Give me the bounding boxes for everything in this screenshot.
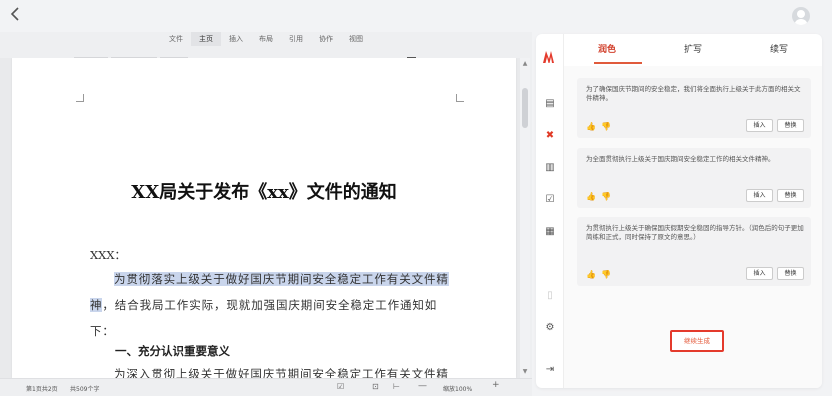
replace-button[interactable]: 替换	[777, 267, 804, 280]
page-info: 第1页共2页	[26, 386, 58, 393]
document-icon[interactable]: ▤	[543, 96, 557, 110]
replace-button[interactable]: 替换	[777, 189, 804, 202]
zoom-in-icon[interactable]: +	[492, 380, 500, 390]
back-icon[interactable]	[10, 6, 28, 26]
collapse-icon[interactable]: ⇥	[543, 362, 557, 376]
menu-tab-collaborate[interactable]: 协作	[311, 32, 341, 46]
status-bar: 第1页共2页 共509个字 ☑ ⊡ ⊢ — 缩放100% +	[0, 378, 532, 396]
blank-icon: ▯	[547, 289, 553, 301]
document-title: XX局关于发布《xx》文件的通知	[131, 182, 397, 203]
suggestion-text: 为贯彻执行上级关于确保国庆假期安全稳固的指导方针。（润色后的句子更加简练和正式，…	[586, 224, 804, 241]
tab-continue[interactable]: 续写	[736, 40, 822, 62]
app-logo-icon	[543, 48, 557, 63]
tab-polish[interactable]: 润色	[564, 40, 650, 62]
fit-width-icon[interactable]: ⊢	[393, 382, 400, 391]
menu-tab-home[interactable]: 主页	[191, 32, 221, 46]
suggestion-card: 为了确保国庆节期间的安全稳定，我们将全面执行上级关于此方面的相关文件精神。 👍 …	[577, 78, 811, 138]
document-canvas: XX局关于发布《xx》文件的通知 XXX： 为贯彻落实上级关于做好国庆节期间安全…	[0, 58, 520, 378]
menu-tab-layout[interactable]: 布局	[251, 32, 281, 46]
library-icon[interactable]: ▥	[543, 160, 557, 174]
ai-tool-rail: ▤ ✖ ▥ ☑ ▦ ▯ ⚙ ⇥	[536, 34, 564, 388]
insert-button[interactable]: 插入	[746, 119, 773, 132]
thumbs-down-icon[interactable]: 👎	[601, 270, 611, 279]
document-salutation: XXX：	[90, 248, 127, 262]
vertical-scrollbar[interactable]: ▲ ▼	[520, 58, 530, 378]
zoom-out-icon[interactable]: —	[418, 381, 427, 391]
tools-icon[interactable]: ✖	[543, 128, 557, 142]
ai-assistant-panel: ▤ ✖ ▥ ☑ ▦ ▯ ⚙ ⇥ 润色 扩写 续写 为了确保国庆节期间的安全稳定，…	[536, 34, 822, 388]
top-bar	[0, 0, 832, 32]
active-tab-indicator	[594, 62, 642, 64]
menu-tab-view[interactable]: 视图	[341, 32, 371, 46]
user-avatar-icon[interactable]	[792, 7, 810, 25]
page-margin-marker	[76, 94, 84, 102]
suggestion-card: 为贯彻执行上级关于确保国庆假期安全稳固的指导方针。（润色后的句子更加简练和正式，…	[577, 217, 811, 286]
menu-tab-insert[interactable]: 插入	[221, 32, 251, 46]
insert-button[interactable]: 插入	[746, 267, 773, 280]
document-paragraph-1: 为贯彻落实上级关于做好国庆节期间安全稳定工作有关文件精神，结合我局工作实际，现就…	[90, 266, 454, 344]
thumbs-down-icon[interactable]: 👎	[601, 122, 611, 131]
thumbs-up-icon[interactable]: 👍	[586, 270, 596, 279]
section-heading-1: 一、充分认识重要意义	[115, 344, 230, 358]
paragraph-text: ，结合我局工作实际，现就加强国庆期间安全稳定工作通知如下：	[90, 298, 438, 338]
thumbs-up-icon[interactable]: 👍	[586, 192, 596, 201]
zoom-level[interactable]: 缩放100%	[443, 384, 472, 393]
word-count: 共509个字	[70, 386, 100, 393]
proofread-icon[interactable]: ☑	[337, 382, 344, 391]
menu-tabs: 文件 主页 插入 布局 引用 协作 视图	[0, 32, 532, 46]
thumbs-up-icon[interactable]: 👍	[586, 122, 596, 131]
replace-button[interactable]: 替换	[777, 119, 804, 132]
suggestion-card: 为全面贯彻执行上级关于国庆期间安全稳定工作的相关文件精神。 👍 👎 插入 替换	[577, 148, 811, 208]
checklist-icon[interactable]: ☑	[543, 192, 557, 206]
scroll-down-icon[interactable]: ▼	[521, 368, 529, 376]
suggestion-text: 为了确保国庆节期间的安全稳定，我们将全面执行上级关于此方面的相关文件精神。	[586, 85, 801, 102]
page-margin-marker	[456, 94, 464, 102]
scroll-up-icon[interactable]: ▲	[521, 60, 529, 68]
menu-tab-file[interactable]: 文件	[161, 32, 191, 46]
fit-page-icon[interactable]: ⊡	[372, 382, 379, 391]
menu-tab-reference[interactable]: 引用	[281, 32, 311, 46]
insert-button[interactable]: 插入	[746, 189, 773, 202]
settings-icon[interactable]: ⚙	[543, 320, 557, 334]
document-page[interactable]: XX局关于发布《xx》文件的通知 XXX： 为贯彻落实上级关于做好国庆节期间安全…	[12, 58, 516, 378]
thumbs-down-icon[interactable]: 👎	[601, 192, 611, 201]
tab-expand[interactable]: 扩写	[650, 40, 736, 62]
suggestion-list: 为了确保国庆节期间的安全稳定，我们将全面执行上级关于此方面的相关文件精神。 👍 …	[564, 66, 822, 388]
document-paragraph-2: 为深入贯彻上级关于做好国庆节期间安全稳定工作有关文件精神，结合我局工作实际，经［…	[90, 361, 454, 378]
ai-tabs: 润色 扩写 续写	[564, 40, 822, 62]
paragraph-text: 为深入贯彻上级关于做好国庆节期间安全稳定工作有关文件精神，结合我局工作实际，经［…	[114, 367, 449, 378]
scrollbar-thumb[interactable]	[522, 88, 528, 128]
suggestion-text: 为全面贯彻执行上级关于国庆期间安全稳定工作的相关文件精神。	[586, 155, 775, 163]
continue-generate-button[interactable]: 继续生成	[670, 330, 724, 352]
template-icon[interactable]: ▦	[543, 224, 557, 238]
